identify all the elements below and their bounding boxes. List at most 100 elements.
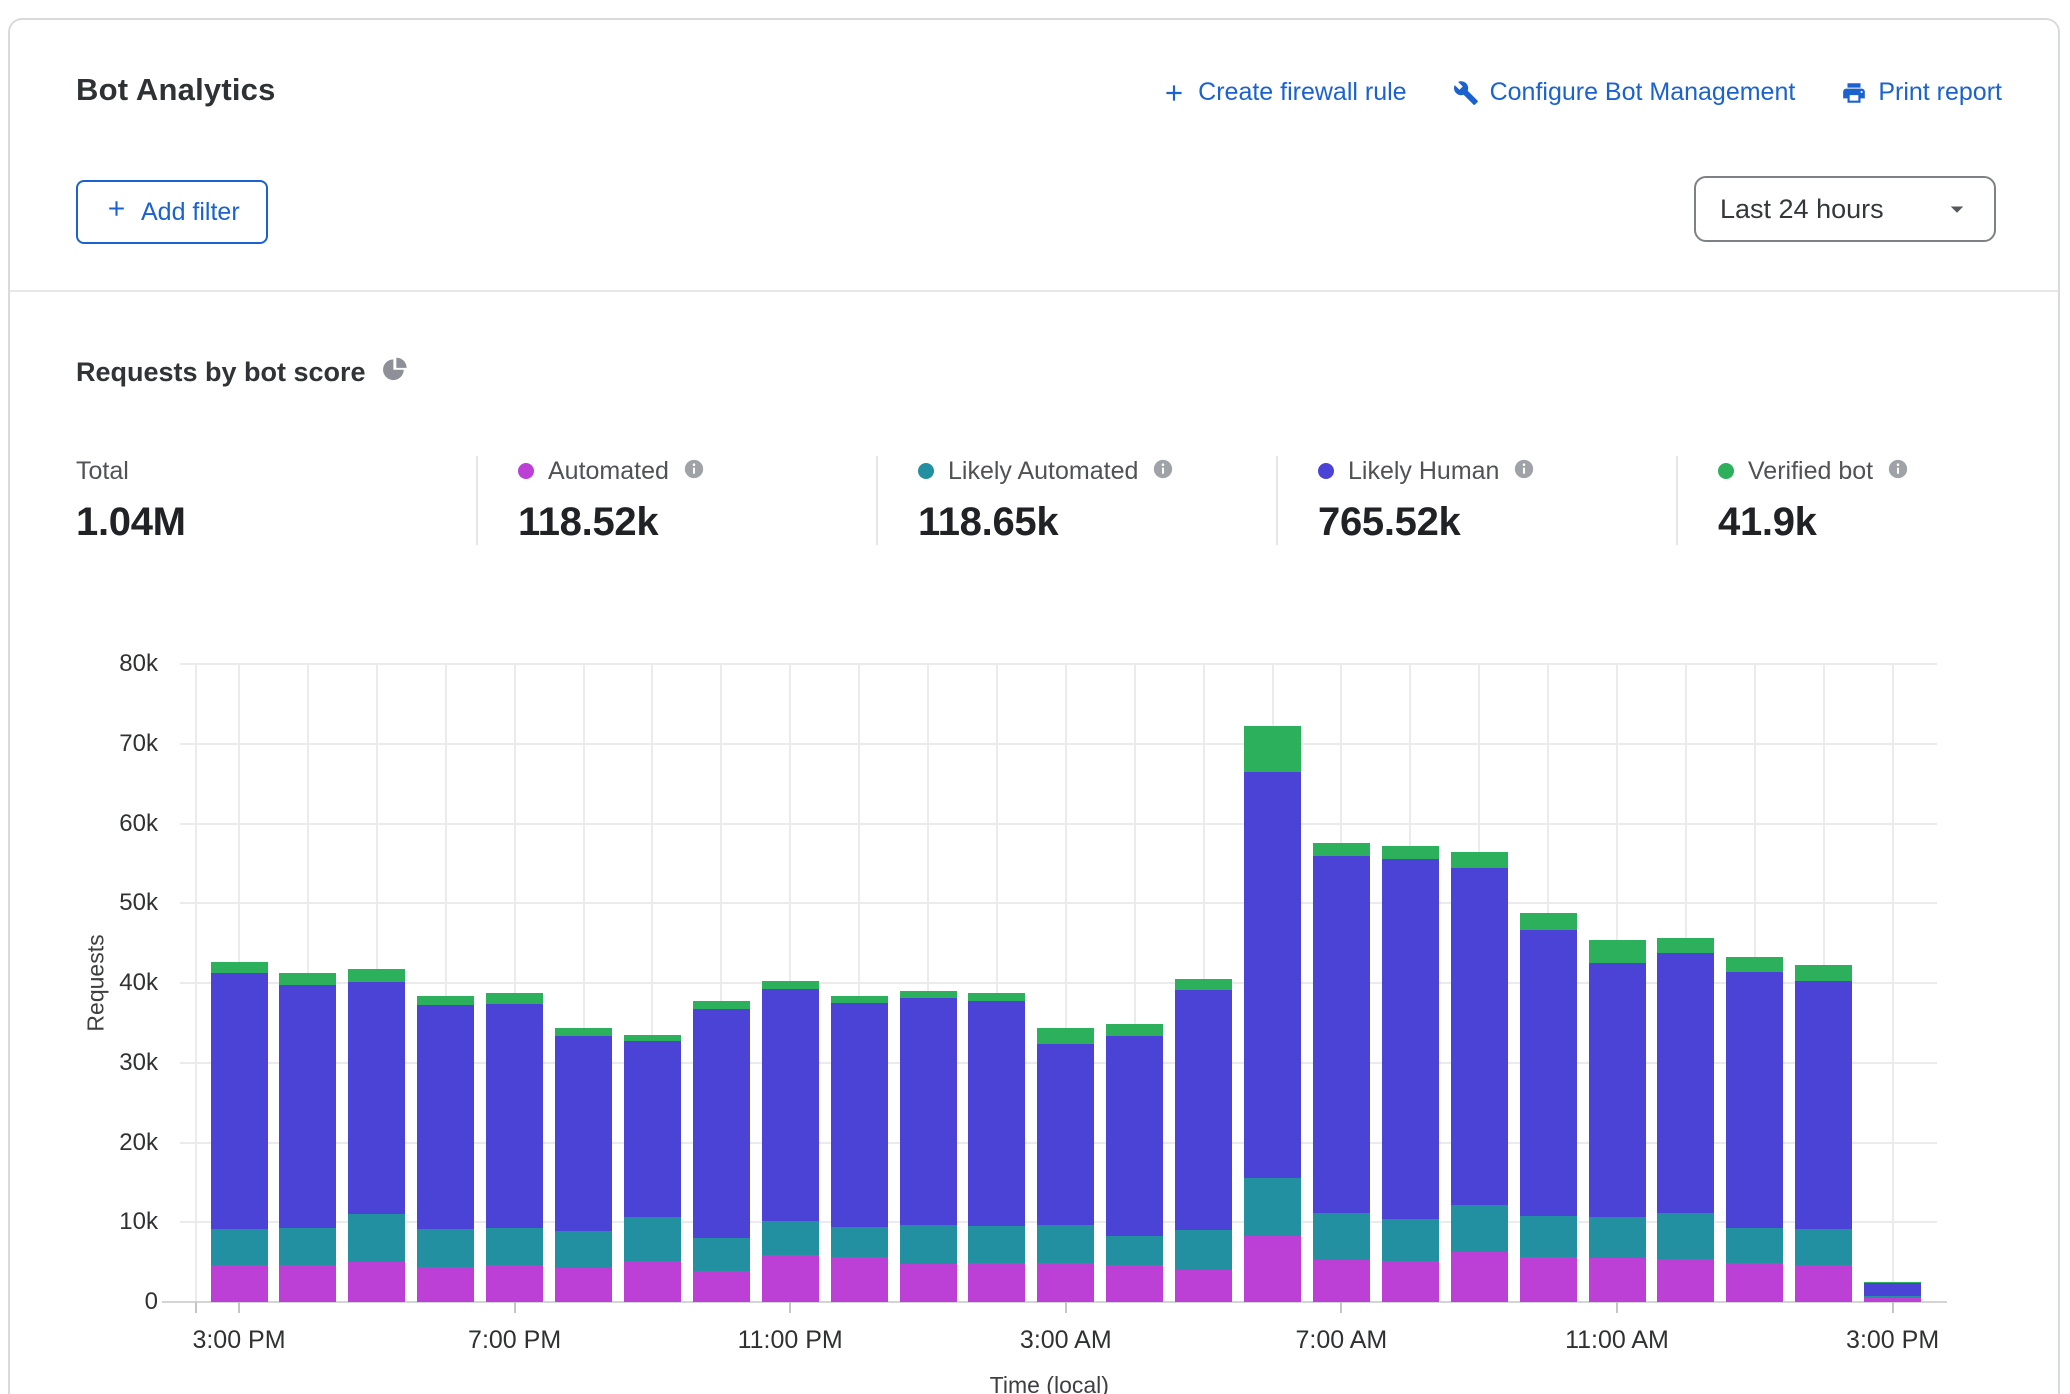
header-actions: Create firewall rule Configure Bot Manag… [1161, 78, 2002, 107]
bar-segment-likely-automated [1726, 1228, 1783, 1263]
bar-segment-likely-automated [211, 1229, 268, 1265]
stacked-bar[interactable] [211, 962, 268, 1302]
stat-verified-bot-value: 41.9k [1718, 500, 2070, 545]
bar-segment-likely-human [831, 1003, 888, 1227]
section-title: Requests by bot score [76, 357, 366, 388]
stacked-bar[interactable] [1382, 846, 1439, 1302]
stat-likely-human-value: 765.52k [1318, 500, 1676, 545]
info-icon[interactable] [683, 458, 705, 485]
bar-segment-likely-human [1037, 1044, 1094, 1225]
stacked-bar[interactable] [279, 973, 336, 1302]
bar-segment-automated [1589, 1258, 1646, 1302]
bar-segment-likely-human [279, 985, 336, 1228]
stacked-bar[interactable] [1175, 979, 1232, 1302]
stacked-bar[interactable] [417, 996, 474, 1302]
y-axis-tick-label: 60k [68, 810, 158, 838]
gridline-horizontal [180, 663, 1937, 665]
bar-segment-automated [762, 1255, 819, 1302]
bar-segment-likely-automated [1382, 1219, 1439, 1260]
bar-segment-automated [1795, 1265, 1852, 1302]
info-icon[interactable] [1152, 458, 1174, 485]
stacked-bar[interactable] [1589, 940, 1646, 1302]
x-axis-tick [789, 1302, 791, 1313]
header-divider [10, 290, 2058, 292]
bar-segment-verified-bot [1451, 852, 1508, 868]
bar-segment-likely-automated [831, 1227, 888, 1257]
bar-segment-likely-human [555, 1036, 612, 1231]
bar-segment-verified-bot [1106, 1024, 1163, 1035]
stacked-bar[interactable] [555, 1028, 612, 1302]
bar-segment-likely-human [1313, 856, 1370, 1212]
stacked-bar[interactable] [624, 1035, 681, 1302]
add-filter-button[interactable]: Add filter [76, 180, 268, 244]
stat-likely-human-label: Likely Human [1348, 457, 1499, 486]
stat-automated[interactable]: Automated 118.52k [476, 456, 876, 545]
stacked-bar[interactable] [1864, 1282, 1921, 1302]
y-axis-tick-label: 80k [68, 650, 158, 678]
x-axis-tick-label: 7:00 AM [1296, 1326, 1388, 1355]
x-axis-tick-label: 3:00 AM [1020, 1326, 1112, 1355]
plus-icon [1161, 80, 1187, 106]
stacked-bar[interactable] [1451, 852, 1508, 1302]
stacked-bar[interactable] [348, 969, 405, 1302]
stats-row: Total 1.04M Automated 118.52k Likely Aut… [76, 456, 2070, 545]
y-axis-tick-label: 0 [68, 1288, 158, 1316]
stat-likely-automated-value: 118.65k [918, 500, 1276, 545]
bar-segment-likely-automated [1106, 1236, 1163, 1265]
stacked-bar[interactable] [1520, 913, 1577, 1302]
bar-segment-automated [1037, 1263, 1094, 1302]
bar-segment-likely-human [1657, 953, 1714, 1213]
info-icon[interactable] [1887, 458, 1909, 485]
create-firewall-rule-link[interactable]: Create firewall rule [1161, 78, 1406, 107]
stacked-bar[interactable] [486, 993, 543, 1302]
y-axis-tick-label: 70k [68, 730, 158, 758]
bar-segment-likely-automated [555, 1231, 612, 1268]
stacked-bar[interactable] [1313, 843, 1370, 1302]
stacked-bar[interactable] [831, 996, 888, 1302]
x-axis-tick-label: 7:00 PM [468, 1326, 561, 1355]
bar-segment-automated [1313, 1260, 1370, 1302]
stacked-bar[interactable] [1657, 938, 1714, 1302]
bar-segment-likely-human [1726, 972, 1783, 1228]
bar-segment-verified-bot [693, 1001, 750, 1009]
stacked-bar[interactable] [1244, 726, 1301, 1302]
info-icon[interactable] [1513, 458, 1535, 485]
bar-segment-automated [279, 1265, 336, 1302]
stat-total-label: Total [76, 457, 129, 486]
stat-likely-human[interactable]: Likely Human 765.52k [1276, 456, 1676, 545]
wrench-icon [1453, 80, 1479, 106]
stacked-bar[interactable] [1037, 1028, 1094, 1302]
bar-segment-verified-bot [486, 993, 543, 1003]
time-range-value: Last 24 hours [1720, 194, 1884, 225]
bar-segment-verified-bot [1795, 965, 1852, 981]
bar-segment-likely-automated [693, 1238, 750, 1271]
likely-automated-legend-dot [918, 463, 934, 479]
stacked-bar[interactable] [1795, 965, 1852, 1302]
bar-segment-verified-bot [1520, 913, 1577, 930]
stacked-bar[interactable] [1106, 1024, 1163, 1302]
bar-segment-verified-bot [968, 993, 1025, 1000]
stat-automated-value: 118.52k [518, 500, 876, 545]
bar-segment-likely-automated [417, 1229, 474, 1266]
configure-bot-management-link[interactable]: Configure Bot Management [1453, 78, 1796, 107]
print-report-label: Print report [1878, 78, 2002, 107]
bar-segment-automated [555, 1268, 612, 1302]
stat-verified-bot[interactable]: Verified bot 41.9k [1676, 456, 2070, 545]
bar-segment-likely-human [1451, 868, 1508, 1205]
stacked-bar[interactable] [900, 991, 957, 1302]
y-axis-tick-label: 20k [68, 1129, 158, 1157]
likely-human-legend-dot [1318, 463, 1334, 479]
stat-likely-automated[interactable]: Likely Automated 118.65k [876, 456, 1276, 545]
x-axis-tick-label: 3:00 PM [1846, 1326, 1939, 1355]
bar-segment-automated [1451, 1252, 1508, 1302]
stat-total: Total 1.04M [76, 456, 476, 545]
stacked-bar[interactable] [762, 981, 819, 1302]
x-axis-title: Time (local) [990, 1372, 1109, 1394]
stacked-bar[interactable] [693, 1001, 750, 1302]
bar-segment-likely-automated [1175, 1230, 1232, 1270]
stacked-bar[interactable] [968, 993, 1025, 1302]
time-range-dropdown[interactable]: Last 24 hours [1694, 176, 1996, 242]
stacked-bar[interactable] [1726, 957, 1783, 1302]
print-report-link[interactable]: Print report [1841, 78, 2002, 107]
x-axis-tick [1340, 1302, 1342, 1313]
